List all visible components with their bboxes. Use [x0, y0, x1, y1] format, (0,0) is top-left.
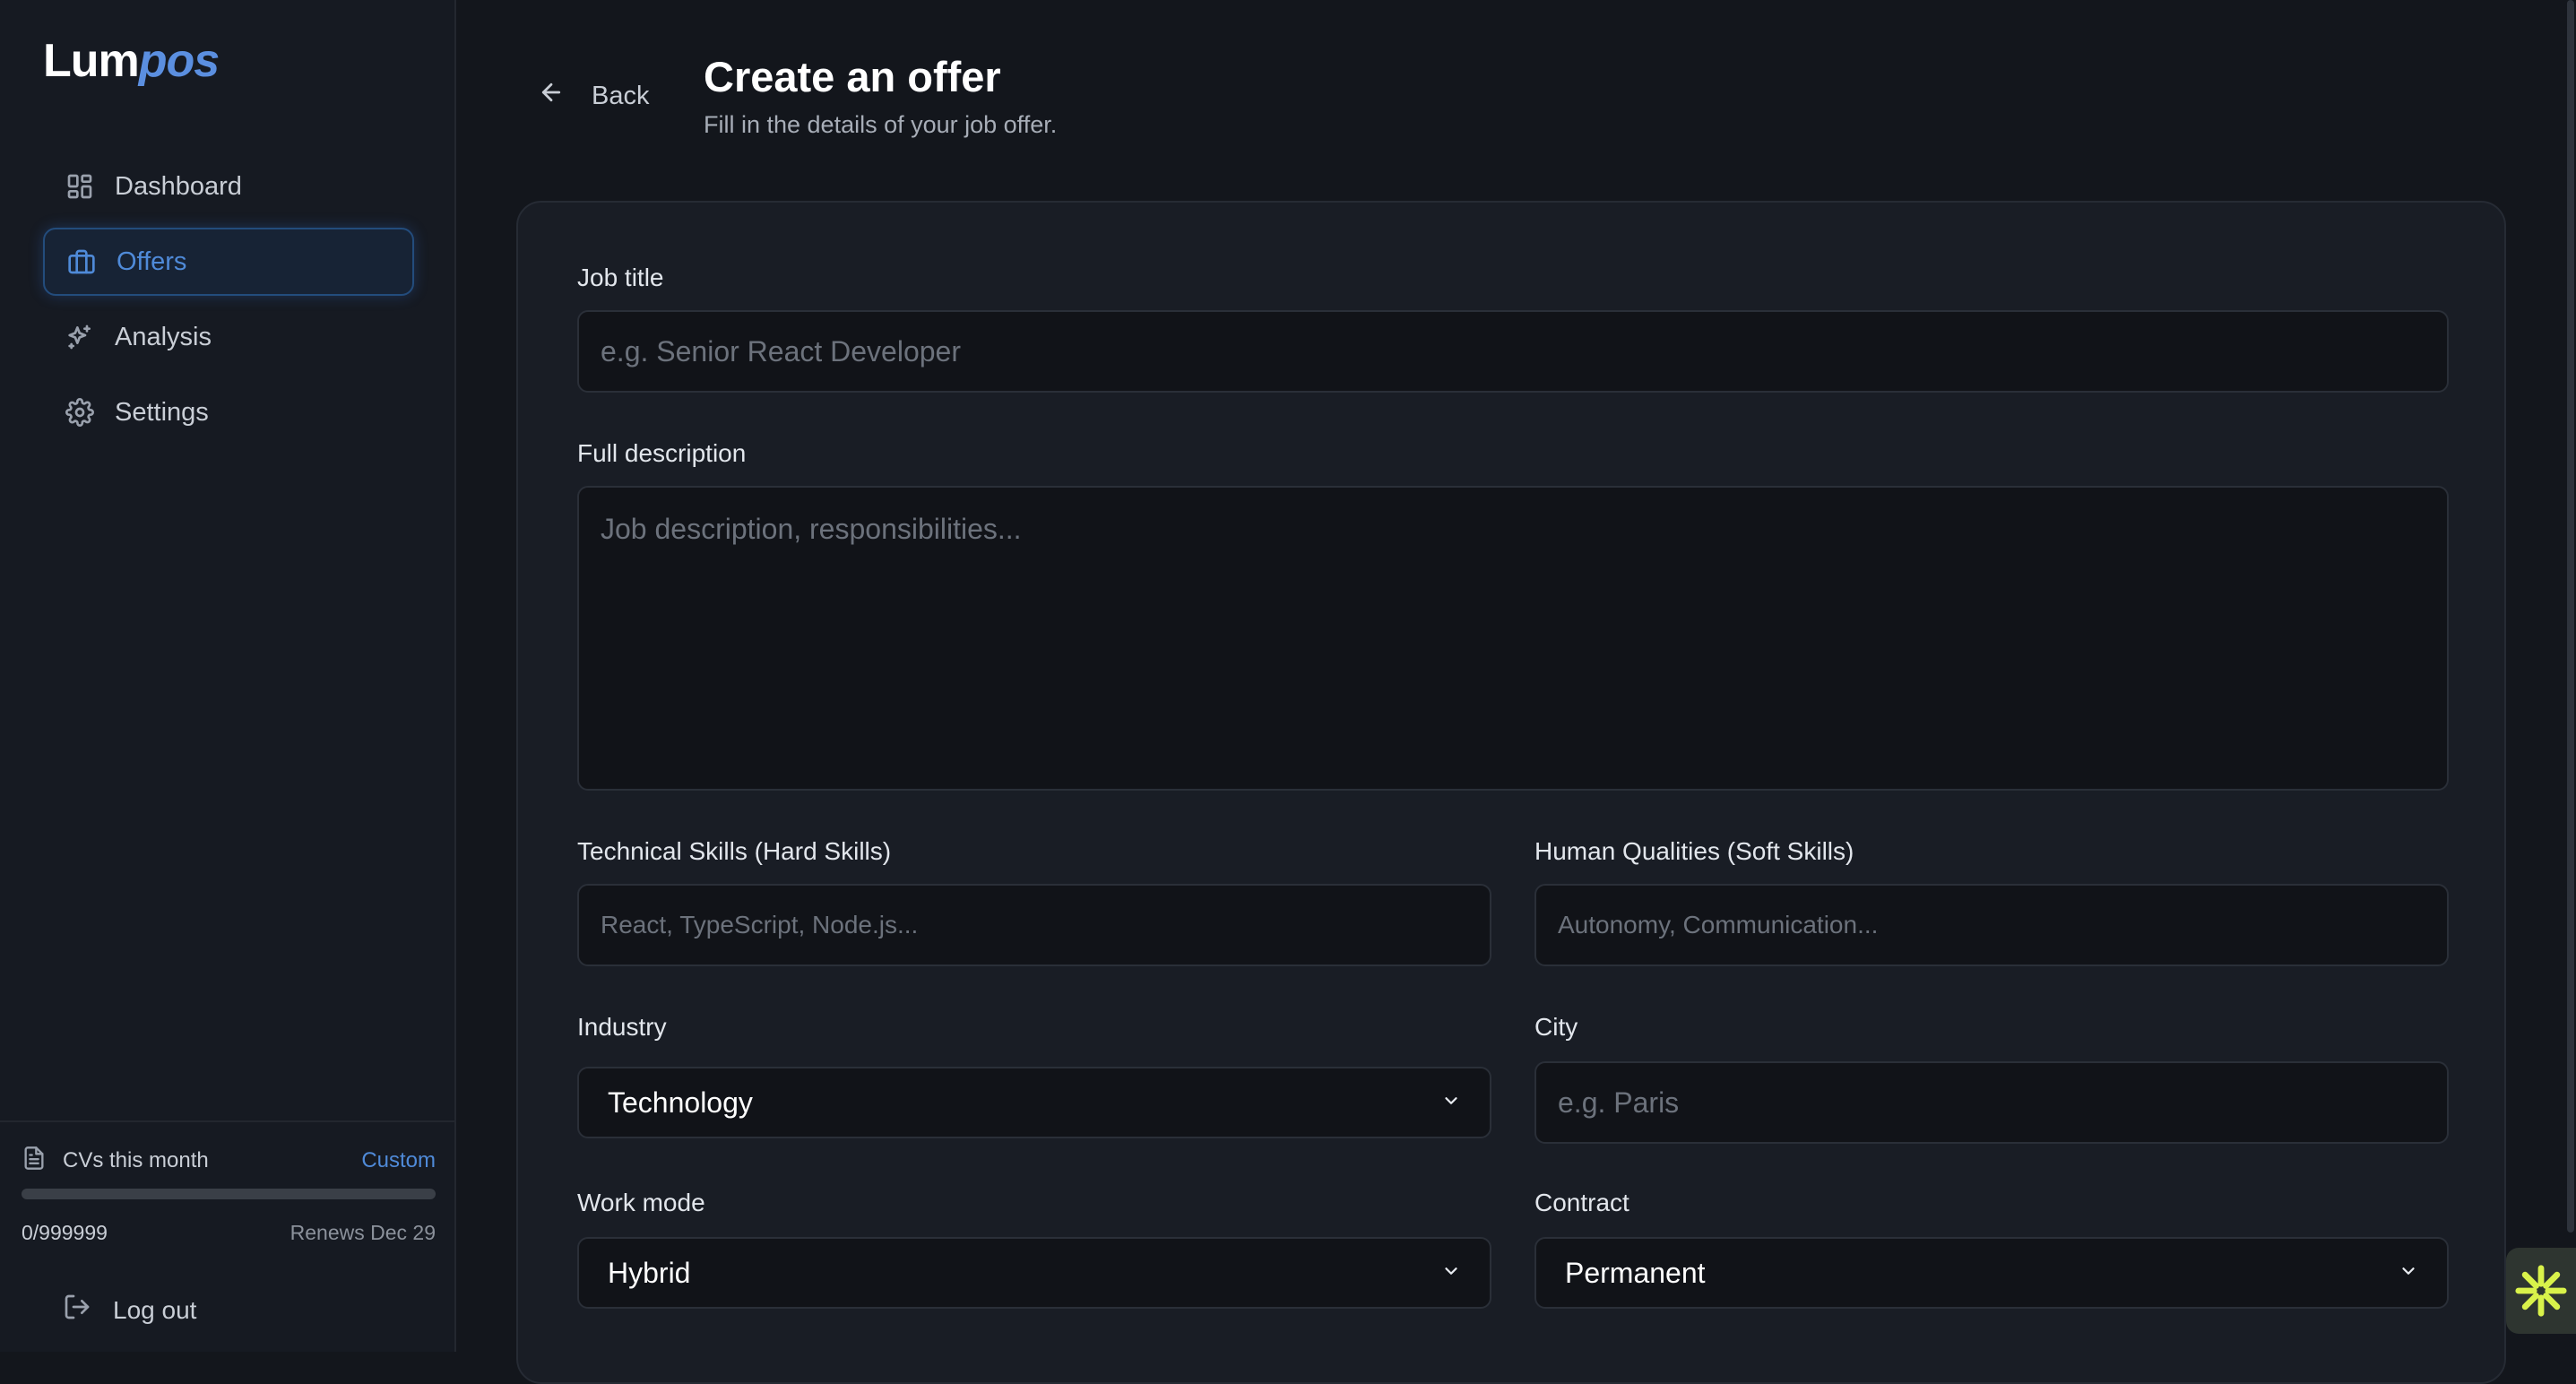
back-button[interactable]: Back [538, 79, 649, 113]
city-input[interactable] [1534, 1061, 2449, 1144]
chevron-down-icon [1441, 1261, 1461, 1285]
page-title: Create an offer [704, 53, 1001, 100]
usage-label: CVs this month [63, 1147, 209, 1172]
sidebar-item-label: Analysis [115, 322, 212, 351]
sidebar-item-dashboard[interactable]: Dashboard [43, 152, 414, 221]
contract-select-value: Permanent [1565, 1256, 1706, 1289]
industry-select[interactable]: Technology [577, 1067, 1491, 1138]
page-subtitle: Fill in the details of your job offer. [704, 111, 1058, 138]
description-label: Full description [577, 439, 747, 467]
offer-form-card: Job title Full description Technical Ski… [516, 201, 2506, 1384]
city-label: City [1534, 1013, 1578, 1041]
asterisk-icon [2515, 1265, 2567, 1317]
chevron-down-icon [2399, 1261, 2418, 1285]
sidebar-item-analysis[interactable]: Analysis [43, 303, 414, 371]
usage-plan-link[interactable]: Custom [361, 1148, 436, 1173]
contract-label: Contract [1534, 1189, 1629, 1216]
brand-logo-part2: pos [138, 35, 220, 87]
sidebar-item-offers[interactable]: Offers [43, 228, 414, 296]
scrollbar-thumb[interactable] [2567, 0, 2574, 1233]
work-mode-select[interactable]: Hybrid [577, 1237, 1491, 1309]
hard-skills-label: Technical Skills (Hard Skills) [577, 837, 892, 865]
sparkles-icon [65, 322, 95, 352]
hard-skills-input[interactable] [577, 884, 1491, 966]
logout-label: Log out [113, 1295, 197, 1324]
usage-header: CVs this month Custom [22, 1146, 436, 1175]
chevron-down-icon [1441, 1091, 1461, 1115]
industry-select-value: Technology [608, 1086, 753, 1119]
sidebar: Lumpos Dashboard Offers Analysis Setting… [0, 0, 456, 1352]
briefcase-icon [66, 247, 97, 277]
logout-icon [63, 1293, 91, 1328]
back-label: Back [592, 81, 650, 110]
contract-select[interactable]: Permanent [1534, 1237, 2449, 1309]
work-mode-select-value: Hybrid [608, 1256, 691, 1289]
brand-logo-part1: Lum [43, 35, 140, 87]
assistant-button[interactable] [2506, 1248, 2576, 1334]
sidebar-item-label: Dashboard [115, 171, 242, 201]
industry-label: Industry [577, 1013, 667, 1041]
logout-button[interactable]: Log out [63, 1293, 196, 1328]
usage-renew-date: Renews Dec 29 [290, 1221, 436, 1244]
dashboard-icon [65, 171, 95, 202]
usage-count: 0/999999 [22, 1221, 108, 1244]
sidebar-item-settings[interactable]: Settings [43, 378, 414, 446]
soft-skills-label: Human Qualities (Soft Skills) [1534, 837, 1854, 865]
brand-logo[interactable]: Lumpos [43, 34, 220, 88]
work-mode-label: Work mode [577, 1189, 705, 1216]
arrow-left-icon [538, 79, 565, 113]
description-textarea[interactable] [577, 486, 2449, 791]
sidebar-item-label: Settings [115, 397, 209, 427]
job-title-input[interactable] [577, 310, 2449, 393]
sidebar-nav: Dashboard Offers Analysis Settings [43, 152, 414, 454]
soft-skills-input[interactable] [1534, 884, 2449, 966]
sidebar-item-label: Offers [117, 247, 187, 276]
gear-icon [65, 397, 95, 428]
usage-progress-bar [22, 1189, 436, 1199]
document-icon [22, 1146, 47, 1175]
usage-panel: CVs this month Custom 0/999999 Renews De… [0, 1120, 454, 1244]
job-title-label: Job title [577, 264, 664, 291]
